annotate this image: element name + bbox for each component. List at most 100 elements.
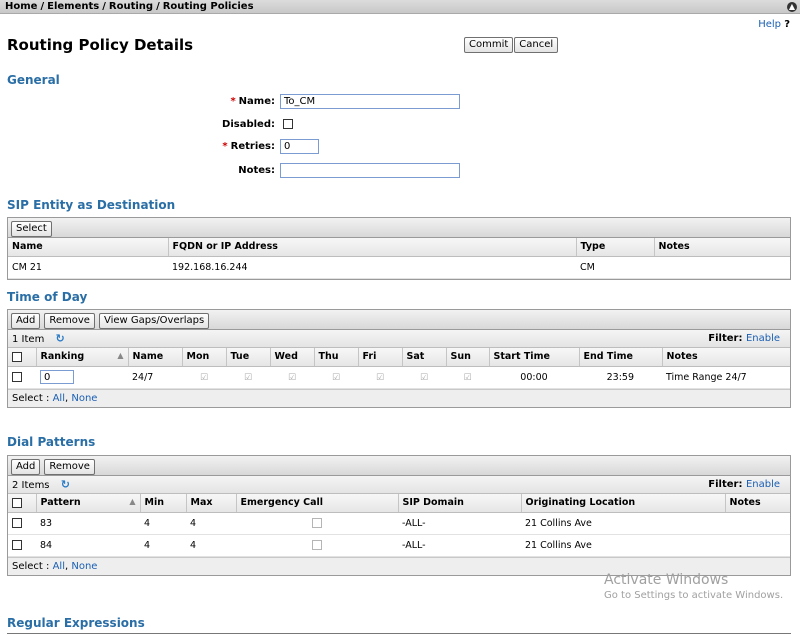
col-notes[interactable]: Notes: [654, 238, 790, 257]
col-sat[interactable]: Sat: [402, 348, 447, 367]
col-emergency-call[interactable]: Emergency Call: [236, 494, 399, 513]
col-max[interactable]: Max: [186, 494, 237, 513]
breadcrumb-elements[interactable]: Elements: [47, 1, 99, 12]
min-cell: 4: [140, 512, 186, 535]
breadcrumb: Home / Elements / Routing / Routing Policies ▲: [0, 0, 800, 14]
help-question-icon: ?: [784, 19, 790, 30]
col-type[interactable]: Type: [576, 238, 655, 257]
select-label: Select :: [12, 392, 50, 404]
breadcrumb-home[interactable]: Home: [5, 1, 37, 12]
activate-windows-watermark: Activate Windows Go to Settings to activ…: [604, 572, 783, 601]
select-all-checkbox-cell: [8, 348, 37, 367]
table-row: 0 24/7 ☑ ☑ ☑ ☑ ☑ ☑ ☑ 00:00 23:59 Time Ra…: [8, 366, 790, 389]
col-ranking-label: Ranking: [40, 351, 85, 363]
sat-cell: ☑: [402, 366, 446, 389]
col-notes[interactable]: Notes: [662, 348, 790, 367]
sip-entity-table: Name FQDN or IP Address Type Notes CM 21…: [8, 238, 790, 279]
col-name[interactable]: Name: [128, 348, 183, 367]
sip-entity-panel: Select Name FQDN or IP Address Type Note…: [7, 217, 791, 280]
filter-enable-link[interactable]: Enable: [746, 333, 780, 344]
originating-location-cell: 21 Collins Ave: [521, 512, 725, 535]
sip-entity-type: CM: [576, 256, 654, 279]
row-checkbox[interactable]: [12, 518, 22, 528]
cancel-button[interactable]: Cancel: [514, 37, 559, 53]
sun-cell: ☑: [446, 366, 489, 389]
sort-asc-icon: ▲: [129, 497, 136, 507]
col-name[interactable]: Name: [8, 238, 169, 257]
table-row: CM 21 192.168.16.244 CM: [8, 256, 790, 279]
item-count: 1 Item: [12, 334, 45, 345]
thu-cell: ☑: [314, 366, 358, 389]
retries-label-text: Retries:: [230, 141, 275, 152]
mon-cell: ☑: [182, 366, 226, 389]
ranking-input[interactable]: 0: [40, 370, 74, 384]
select-all-checkbox[interactable]: [12, 497, 22, 508]
name-label: * Name:: [155, 94, 275, 110]
check-icon: ☑: [287, 372, 297, 383]
col-tue[interactable]: Tue: [226, 348, 271, 367]
regular-expressions-panel-edge: [7, 633, 791, 634]
commit-button[interactable]: Commit: [464, 37, 514, 53]
dial-patterns-info-bar: 2 Items ↻ Filter: Enable: [8, 476, 790, 494]
row-checkbox[interactable]: [12, 372, 22, 382]
col-sip-domain[interactable]: SIP Domain: [398, 494, 522, 513]
col-notes[interactable]: Notes: [725, 494, 790, 513]
col-mon[interactable]: Mon: [182, 348, 227, 367]
check-icon: ☑: [199, 372, 209, 383]
retries-input[interactable]: 0: [280, 139, 319, 154]
remove-dial-pattern-button[interactable]: Remove: [44, 459, 95, 475]
select-sip-entity-button[interactable]: Select: [11, 221, 52, 237]
sip-entity-name: CM 21: [8, 256, 168, 279]
select-all-checkbox[interactable]: [12, 351, 22, 362]
col-wed[interactable]: Wed: [270, 348, 315, 367]
col-sun[interactable]: Sun: [446, 348, 490, 367]
notes-cell: [725, 534, 790, 557]
remove-time-range-button[interactable]: Remove: [44, 313, 95, 329]
col-pattern[interactable]: Pattern ▲: [36, 494, 141, 513]
min-cell: 4: [140, 534, 186, 557]
sort-asc-icon: ▲: [117, 351, 124, 361]
col-fri[interactable]: Fri: [358, 348, 403, 367]
breadcrumb-separator: /: [40, 1, 45, 12]
name-label-text: Name:: [238, 96, 275, 107]
filter-enable-link[interactable]: Enable: [746, 479, 780, 490]
refresh-icon[interactable]: ↻: [56, 330, 65, 348]
collapse-icon[interactable]: ▲: [787, 2, 797, 12]
breadcrumb-routing[interactable]: Routing: [109, 1, 153, 12]
select-all-link[interactable]: All: [53, 561, 65, 572]
help-link[interactable]: Help ?: [758, 19, 790, 30]
sip-entity-section-title: SIP Entity as Destination: [7, 198, 176, 212]
select-none-link[interactable]: None: [71, 561, 97, 572]
add-time-range-button[interactable]: Add: [11, 313, 41, 329]
col-thu[interactable]: Thu: [314, 348, 359, 367]
sip-entity-toolbar: Select: [8, 218, 790, 238]
col-start-time[interactable]: Start Time: [489, 348, 580, 367]
dial-patterns-panel: Add Remove 2 Items ↻ Filter: Enable Patte…: [7, 455, 791, 576]
disabled-checkbox[interactable]: [283, 119, 293, 129]
max-cell: 4: [186, 534, 236, 557]
col-end-time[interactable]: End Time: [579, 348, 663, 367]
name-input[interactable]: To_CM: [280, 94, 460, 109]
col-ranking[interactable]: Ranking ▲: [36, 348, 129, 367]
add-dial-pattern-button[interactable]: Add: [11, 459, 41, 475]
max-cell: 4: [186, 512, 236, 535]
time-range-name: 24/7: [128, 366, 182, 389]
row-checkbox[interactable]: [12, 540, 22, 550]
select-none-link[interactable]: None: [71, 393, 97, 404]
check-icon: ☑: [419, 372, 429, 383]
time-of-day-toolbar: Add Remove View Gaps/Overlaps: [8, 310, 790, 330]
disabled-row: Disabled:: [0, 117, 800, 133]
col-fqdn[interactable]: FQDN or IP Address: [168, 238, 577, 257]
start-time: 00:00: [489, 366, 579, 389]
select-footer: Select : All, None: [8, 556, 790, 575]
col-min[interactable]: Min: [140, 494, 187, 513]
view-gaps-overlaps-button[interactable]: View Gaps/Overlaps: [98, 313, 210, 329]
refresh-icon[interactable]: ↻: [61, 476, 70, 494]
breadcrumb-separator: /: [156, 1, 160, 12]
select-all-link[interactable]: All: [53, 393, 65, 404]
check-icon: ☑: [331, 372, 341, 383]
table-row: 83 4 4 -ALL- 21 Collins Ave: [8, 512, 790, 535]
breadcrumb-routing-policies[interactable]: Routing Policies: [163, 1, 254, 12]
notes-input[interactable]: [280, 163, 460, 178]
col-originating-location[interactable]: Originating Location: [521, 494, 726, 513]
